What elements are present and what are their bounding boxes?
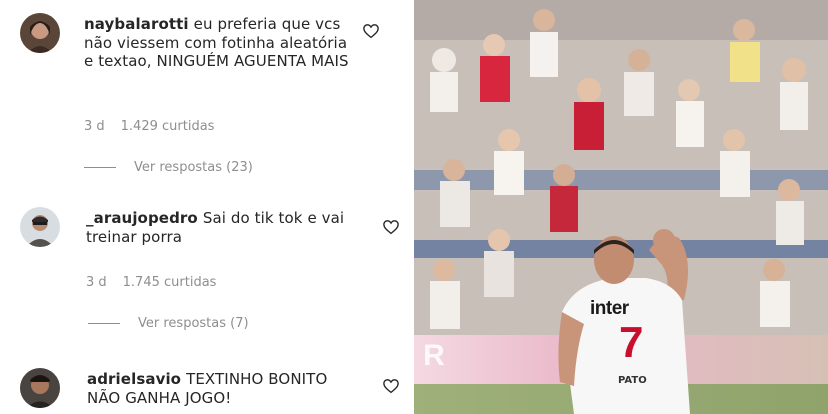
avatar[interactable] [20, 207, 60, 247]
comment-likes[interactable]: 1.429 curtidas [121, 119, 215, 134]
view-replies-button[interactable]: Ver respostas (23) [84, 160, 253, 175]
comment-time: 3 d [86, 275, 107, 290]
view-replies-label[interactable]: Ver respostas (23) [134, 160, 253, 175]
heart-icon[interactable] [362, 22, 380, 40]
view-replies-label[interactable]: Ver respostas (7) [138, 316, 249, 331]
comment-username[interactable]: _araujopedro [86, 209, 198, 227]
comment-username[interactable]: naybalarotti [84, 15, 189, 33]
jersey-sponsor: inter [590, 298, 629, 319]
post-photo: R inter 7 PATO [414, 0, 828, 414]
player-name: PATO [618, 375, 647, 386]
comment-meta: 3 d 1.745 curtidas [86, 275, 216, 290]
replies-divider [88, 323, 120, 324]
comment-meta: 3 d 1.429 curtidas [84, 119, 214, 134]
replies-divider [84, 167, 116, 168]
comments-panel: naybalarotti eu preferia que vcs não vies… [0, 0, 414, 414]
comment-likes[interactable]: 1.745 curtidas [123, 275, 217, 290]
banner-logo: R [423, 339, 445, 372]
view-replies-button[interactable]: Ver respostas (7) [88, 316, 249, 331]
jersey-number: 7 [619, 318, 644, 367]
heart-icon[interactable] [382, 377, 400, 395]
comment-text: naybalarotti eu preferia que vcs não vies… [84, 15, 359, 71]
avatar[interactable] [20, 13, 60, 53]
comment-time: 3 d [84, 119, 105, 134]
heart-icon[interactable] [382, 218, 400, 236]
comment-text: _araujopedro Sai do tik tok e vai treinar… [86, 209, 361, 246]
comment-username[interactable]: adrielsavio [87, 370, 181, 388]
comment-text: adrielsavio TEXTINHO BONITO NÃO GANHA JOG… [87, 370, 362, 407]
avatar[interactable] [20, 368, 60, 408]
